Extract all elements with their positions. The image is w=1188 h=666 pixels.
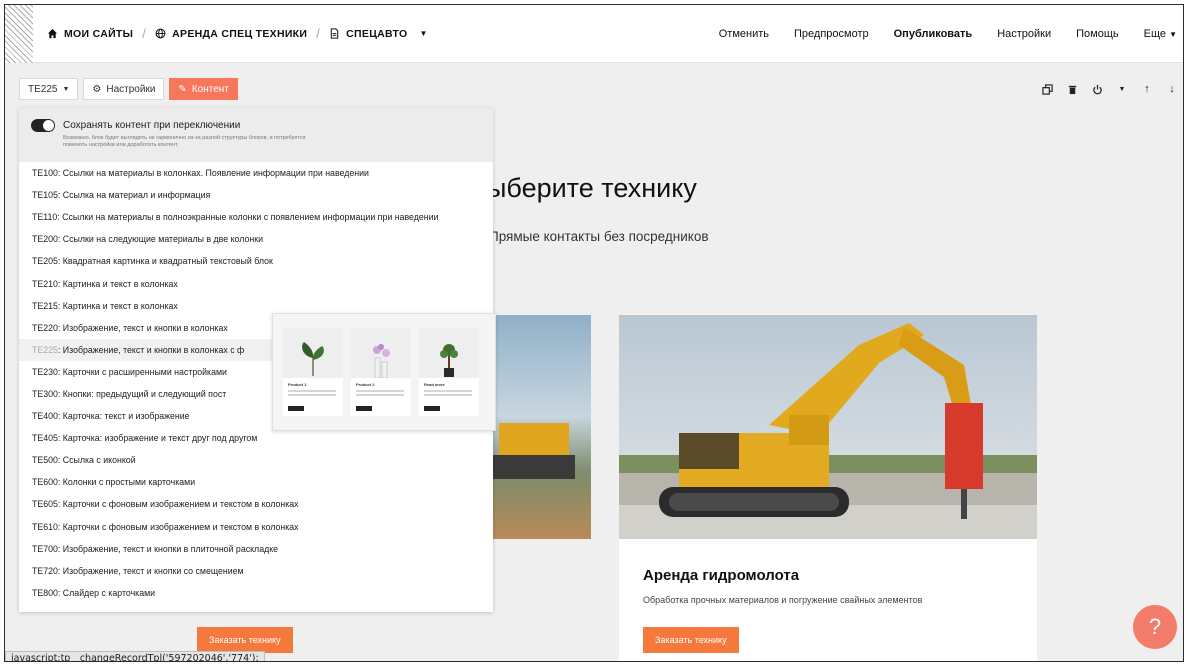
chevron-down-icon: ▼ (419, 29, 428, 38)
card-image (619, 315, 1037, 539)
chevron-down-icon: ▼ (62, 85, 70, 93)
block-preview-popup: Product 1 Product 2 Read more (272, 313, 496, 431)
top-nav: Отменить Предпросмотр Опубликовать Настр… (719, 28, 1183, 40)
breadcrumb-separator: / (316, 26, 321, 41)
chevron-down-icon: ▼ (1118, 85, 1126, 93)
preview-text-line (288, 390, 336, 392)
preview-card-name: Product 1 (288, 382, 307, 387)
block-type-item[interactable]: TE200: Ссылки на следующие материалы в д… (19, 228, 493, 250)
block-type-item[interactable]: TE800: Слайдер с карточками (19, 582, 493, 604)
breadcrumb-page[interactable]: СПЕЦАВТО ▼ (329, 28, 428, 40)
preview-image (283, 328, 343, 378)
block-type-item[interactable]: TE205: Квадратная картинка и квадратный … (19, 250, 493, 272)
breadcrumb-home[interactable]: МОИ САЙТЫ (47, 28, 133, 40)
block-type-item[interactable]: TE720: Изображение, текст и кнопки со см… (19, 560, 493, 582)
preview-card: Product 1 (283, 328, 343, 416)
duplicate-button[interactable] (1036, 78, 1058, 100)
block-type-item[interactable]: TE100: Ссылки на материалы в колонках. П… (19, 162, 493, 184)
globe-icon (155, 28, 166, 39)
help-link[interactable]: Помощь (1076, 28, 1119, 40)
card-title: Аренда гидромолота (643, 567, 800, 584)
preview-text-line (356, 394, 404, 396)
block-actions: ▼ ↑ ↓ (1036, 78, 1183, 100)
block-type-item[interactable]: TE110: Ссылки на материалы в полноэкранн… (19, 206, 493, 228)
preview-text-line (288, 394, 336, 396)
editor-window: МОИ САЙТЫ / АРЕНДА СПЕЦ ТЕХНИКИ / СПЕЦАВ… (4, 4, 1184, 662)
preview-button (424, 406, 440, 411)
preview-card-name: Product 2 (356, 382, 375, 387)
card-description: Обработка прочных материалов и погружени… (643, 595, 923, 605)
preview-image (419, 328, 479, 378)
logo-icon (5, 5, 33, 63)
preview-text-line (424, 390, 472, 392)
top-bar: МОИ САЙТЫ / АРЕНДА СПЕЦ ТЕХНИКИ / СПЕЦАВ… (5, 5, 1183, 63)
block-type-item[interactable]: TE500: Ссылка с иконкой (19, 449, 493, 471)
keep-content-label: Сохранять контент при переключении (63, 120, 241, 131)
breadcrumb-separator: / (142, 26, 147, 41)
help-button[interactable]: ? (1133, 605, 1177, 649)
block-type-item[interactable]: TE210: Картинка и текст в колонках (19, 272, 493, 294)
cancel-button[interactable]: Отменить (719, 28, 769, 40)
pencil-icon: ✎ (178, 83, 187, 95)
more-menu[interactable]: Еще ▼ (1144, 28, 1177, 40)
gear-icon: ⚙ (92, 83, 102, 95)
toggle-visibility-button[interactable] (1086, 78, 1108, 100)
page-subheading: Прямые контакты без посредников (489, 229, 709, 244)
arrow-down-icon: ↓ (1169, 83, 1175, 95)
block-type-item[interactable]: TE605: Карточки с фоновым изображением и… (19, 493, 493, 515)
publish-button[interactable]: Опубликовать (894, 28, 973, 40)
page-heading: ыберите технику (487, 173, 697, 203)
home-icon (47, 28, 58, 39)
settings-link[interactable]: Настройки (997, 28, 1051, 40)
block-type-select[interactable]: TE225 ▼ (19, 78, 79, 100)
preview-image (351, 328, 411, 378)
plant-icon (302, 342, 324, 376)
excavator-image (619, 315, 1037, 539)
block-type-item[interactable]: TE700: Изображение, текст и кнопки в пли… (19, 538, 493, 560)
preview-text-line (424, 394, 472, 396)
duplicate-icon (1041, 83, 1053, 95)
service-card: Аренда гидромолота Обработка прочных мат… (619, 315, 1037, 661)
block-settings-button[interactable]: ⚙ Настройки (83, 78, 165, 100)
preview-button (356, 406, 372, 411)
power-icon (1092, 84, 1102, 94)
block-content-button[interactable]: ✎ Контент (169, 78, 238, 100)
chevron-down-icon: ▼ (1169, 29, 1177, 39)
preview-button[interactable]: Предпросмотр (794, 28, 869, 40)
block-toolbar: TE225 ▼ ⚙ Настройки ✎ Контент (19, 78, 238, 100)
order-button-left[interactable]: Заказать технику (197, 627, 293, 653)
move-down-button[interactable]: ↓ (1161, 78, 1183, 100)
delete-button[interactable] (1061, 78, 1083, 100)
excavator-track-shape (485, 455, 575, 479)
page-icon (330, 28, 339, 39)
flowers-icon (373, 344, 390, 378)
card-image-left (485, 315, 591, 539)
preview-card: Read more (419, 328, 479, 416)
keep-content-note: Возможно, блок будет выглядеть не гармон… (63, 135, 306, 148)
block-type-item[interactable]: TE105: Ссылка на материал и информация (19, 184, 493, 206)
browser-status-bar: javascript:tp__changeRecordTpl('59720204… (5, 651, 265, 661)
breadcrumb: МОИ САЙТЫ / АРЕНДА СПЕЦ ТЕХНИКИ / СПЕЦАВ… (47, 26, 428, 41)
block-settings-label: Настройки (106, 83, 156, 95)
more-actions-button[interactable]: ▼ (1111, 78, 1133, 100)
block-type-item[interactable]: TE600: Колонки с простыми карточками (19, 471, 493, 493)
bonsai-icon (440, 344, 458, 377)
keep-content-toggle[interactable] (31, 119, 55, 132)
preview-card: Product 2 (351, 328, 411, 416)
block-code: TE225 (28, 83, 58, 95)
preview-card-name: Read more (424, 382, 445, 387)
trash-icon (1068, 85, 1076, 94)
block-content-label: Контент (191, 83, 229, 95)
move-up-button[interactable]: ↑ (1136, 78, 1158, 100)
more-label: Еще (1143, 27, 1167, 40)
keep-content-setting: Сохранять контент при переключении Возмо… (19, 108, 493, 162)
block-type-item[interactable]: TE610: Карточки с фоновым изображением и… (19, 516, 493, 538)
breadcrumb-site[interactable]: АРЕНДА СПЕЦ ТЕХНИКИ (155, 28, 307, 40)
order-button[interactable]: Заказать технику (643, 627, 739, 653)
preview-text-line (356, 390, 404, 392)
preview-button (288, 406, 304, 411)
arrow-up-icon: ↑ (1144, 83, 1150, 95)
